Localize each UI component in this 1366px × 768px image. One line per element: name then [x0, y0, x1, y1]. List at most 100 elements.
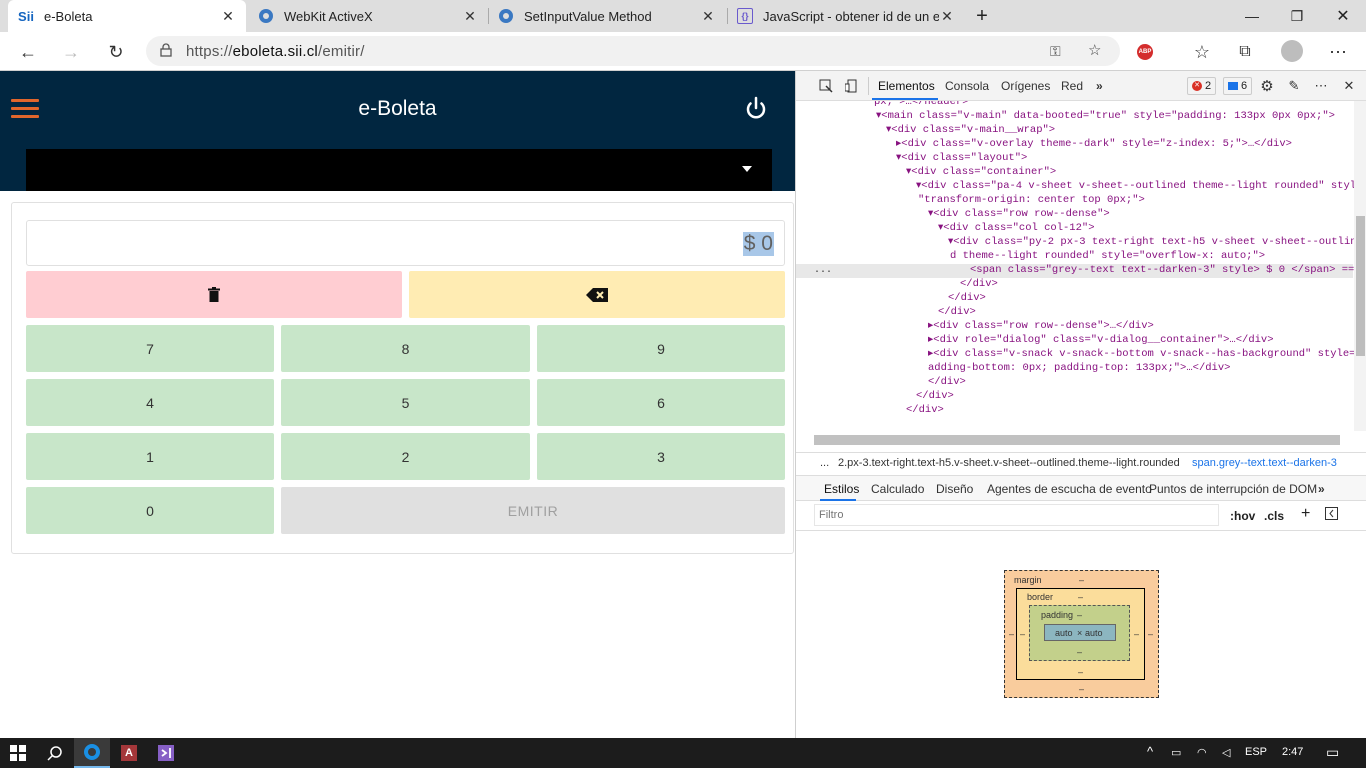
close-window-button[interactable]: ✕: [1320, 0, 1366, 32]
breadcrumb-item[interactable]: ...: [820, 457, 829, 469]
new-rule-icon[interactable]: +: [1301, 505, 1310, 523]
url-field[interactable]: https://eboleta.sii.cl/emitir/ ⚿ ☆: [146, 36, 1120, 66]
visual-studio-taskbar-icon[interactable]: [148, 738, 184, 768]
key-6[interactable]: 6: [537, 379, 785, 426]
battery-icon[interactable]: ▭: [1171, 746, 1181, 759]
key-2[interactable]: 2: [281, 433, 530, 480]
collections-icon[interactable]: ⧉: [1229, 36, 1261, 68]
horizontal-scrollbar[interactable]: [814, 435, 1340, 445]
key-4[interactable]: 4: [26, 379, 274, 426]
tab-dom-breakpoints[interactable]: Puntos de interrupción de DOM: [1149, 482, 1317, 496]
toggle-sidebar-icon[interactable]: [1325, 507, 1338, 523]
dom-line[interactable]: ▾<div class="py-2 px-3 text-right text-h…: [948, 235, 1363, 249]
clock[interactable]: 2:47: [1282, 746, 1303, 758]
tab-setinputvalue[interactable]: SetInputValue Method ✕: [488, 0, 726, 32]
dom-line[interactable]: </div>: [928, 375, 966, 389]
dom-line[interactable]: ▸<div class="v-overlay theme--dark" styl…: [896, 137, 1292, 151]
key-9[interactable]: 9: [537, 325, 785, 372]
adblock-icon[interactable]: ABP: [1137, 44, 1153, 60]
key-1[interactable]: 1: [26, 433, 274, 480]
close-tab-icon[interactable]: ✕: [462, 8, 478, 25]
avatar[interactable]: [1281, 40, 1303, 62]
dom-line[interactable]: "transform-origin: center top 0px;">: [918, 193, 1145, 207]
add-favorite-icon[interactable]: ☆: [1088, 41, 1101, 59]
more-tabs-icon[interactable]: »: [1318, 482, 1325, 496]
dom-line[interactable]: ▾<div class="pa-4 v-sheet v-sheet--outli…: [916, 179, 1366, 193]
device-toolbar-icon[interactable]: [842, 76, 862, 96]
row-menu-icon[interactable]: ...: [814, 265, 832, 276]
feedback-icon[interactable]: ✎: [1284, 76, 1304, 96]
key-0[interactable]: 0: [26, 487, 274, 534]
messages-badge[interactable]: 6: [1223, 77, 1253, 95]
tab-estilos[interactable]: Estilos: [824, 482, 859, 496]
volume-icon[interactable]: ◁: [1222, 746, 1230, 759]
errors-badge[interactable]: ✕ 2: [1187, 77, 1217, 95]
key-5[interactable]: 5: [281, 379, 530, 426]
dom-line[interactable]: </div>: [906, 403, 944, 417]
dom-line[interactable]: ▾<main class="v-main" data-booted="true"…: [876, 109, 1335, 123]
language-indicator[interactable]: ESP: [1245, 746, 1267, 758]
scrollbar-thumb[interactable]: [1356, 216, 1365, 356]
dom-line[interactable]: ▸<div role="dialog" class="v-dialog__con…: [928, 333, 1274, 347]
clear-button[interactable]: [26, 271, 402, 318]
dom-line[interactable]: </div>: [948, 291, 986, 305]
settings-gear-icon[interactable]: ⚙: [1257, 76, 1277, 96]
tab-javascript[interactable]: {} JavaScript - obtener id de un ele ✕: [727, 0, 965, 32]
inspect-element-icon[interactable]: [816, 76, 836, 96]
emit-button[interactable]: EMITIR: [281, 487, 785, 534]
tray-chevron-icon[interactable]: ^: [1147, 744, 1153, 759]
tab-elementos[interactable]: Elementos: [878, 79, 935, 93]
dom-line[interactable]: ▾<div class="v-main__wrap">: [886, 123, 1055, 137]
company-select[interactable]: [26, 149, 772, 191]
tab-origenes[interactable]: Orígenes: [1001, 79, 1050, 93]
notifications-icon[interactable]: ▭: [1326, 744, 1339, 761]
minimize-button[interactable]: —: [1229, 0, 1275, 32]
favorites-icon[interactable]: ☆: [1186, 36, 1218, 68]
new-tab-button[interactable]: +: [960, 0, 1004, 32]
close-devtools-icon[interactable]: ✕: [1339, 76, 1359, 96]
tab-consola[interactable]: Consola: [945, 79, 989, 93]
dom-line[interactable]: ▾<div class="row row--dense">: [928, 207, 1110, 221]
dom-line[interactable]: d theme--light rounded" style="overflow-…: [950, 249, 1265, 263]
dom-line[interactable]: px;">…</header>: [874, 101, 969, 109]
search-icon[interactable]: [37, 738, 73, 768]
close-tab-icon[interactable]: ✕: [220, 8, 236, 25]
dom-line[interactable]: </div>: [916, 389, 954, 403]
hov-toggle[interactable]: :hov: [1230, 509, 1255, 523]
dom-line-selected[interactable]: <span class="grey--text text--darken-3" …: [970, 263, 1366, 277]
customize-menu-icon[interactable]: ⋯: [1311, 76, 1331, 96]
dom-line[interactable]: ▸<div class="v-snack v-snack--bottom v-s…: [928, 347, 1366, 361]
wifi-icon[interactable]: ◠: [1197, 746, 1207, 759]
tab-event-listeners[interactable]: Agentes de escucha de evento: [987, 482, 1152, 496]
vertical-scrollbar[interactable]: [1354, 101, 1366, 431]
breadcrumb-item-current[interactable]: span.grey--text.text--darken-3: [1192, 457, 1337, 469]
close-tab-icon[interactable]: ✕: [700, 8, 716, 25]
windows-start-icon[interactable]: [0, 738, 36, 768]
backspace-button[interactable]: [409, 271, 785, 318]
dom-line[interactable]: </div>: [938, 305, 976, 319]
key-3[interactable]: 3: [537, 433, 785, 480]
access-taskbar-icon[interactable]: A: [111, 738, 147, 768]
dom-line[interactable]: ▾<div class="col col-12">: [938, 221, 1095, 235]
dom-line[interactable]: </div>: [960, 277, 998, 291]
more-tabs-icon[interactable]: »: [1096, 79, 1103, 93]
forward-button[interactable]: →: [55, 36, 87, 68]
back-button[interactable]: ←: [12, 36, 44, 68]
box-model-content[interactable]: auto × auto: [1044, 624, 1116, 641]
filter-input[interactable]: [814, 504, 1219, 526]
tab-red[interactable]: Red: [1061, 79, 1083, 93]
close-tab-icon[interactable]: ✕: [939, 8, 955, 25]
dom-line[interactable]: ▸<div class="row row--dense">…</div>: [928, 319, 1154, 333]
breadcrumb-item[interactable]: 2.px-3.text-right.text-h5.v-sheet.v-shee…: [838, 457, 1180, 469]
tab-calculado[interactable]: Calculado: [871, 482, 924, 496]
edge-taskbar-icon[interactable]: [74, 738, 110, 768]
key-icon[interactable]: ⚿: [1050, 43, 1061, 60]
dom-line[interactable]: adding-bottom: 0px; padding-top: 133px;"…: [928, 361, 1230, 375]
cls-toggle[interactable]: .cls: [1264, 509, 1284, 523]
tab-webkit-activex[interactable]: WebKit ActiveX ✕: [248, 0, 488, 32]
tab-e-boleta[interactable]: Sii e-Boleta ✕: [8, 0, 246, 32]
power-icon[interactable]: [742, 95, 770, 123]
key-7[interactable]: 7: [26, 325, 274, 372]
dom-line[interactable]: ▾<div class="container">: [906, 165, 1056, 179]
key-8[interactable]: 8: [281, 325, 530, 372]
